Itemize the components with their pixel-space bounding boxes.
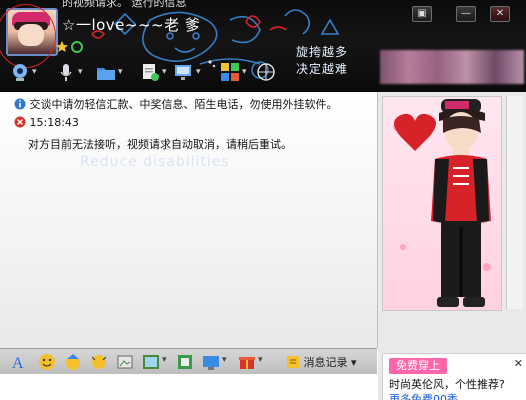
title-overflow-text: 的视频请求。 运行的信息 — [62, 0, 187, 9]
webcam-icon — [13, 64, 27, 81]
message-history[interactable]: 交谈中请勿轻信汇款、中奖信息、陌生电话，勿使用外挂软件。 15:18:43 对方… — [0, 92, 378, 348]
error-icon — [14, 116, 26, 128]
monitor-icon — [175, 65, 191, 80]
restore-button[interactable]: ▣ — [412, 6, 432, 22]
document-add-icon — [143, 64, 159, 81]
screenshot-icon[interactable] — [116, 353, 134, 371]
apps-grid-button[interactable]: ▾ — [220, 62, 247, 82]
shake-window-icon[interactable] — [90, 353, 108, 371]
banner-slogan: 旋挎越多 决定越难 — [296, 44, 348, 78]
remote-assist-button[interactable]: ▾ — [174, 62, 201, 82]
voice-call-button[interactable]: ▾ — [56, 62, 83, 82]
history-label: 消息记录 — [303, 356, 348, 369]
gift-menu-caret[interactable]: ▾ — [258, 355, 263, 365]
gift-icon[interactable] — [238, 353, 256, 371]
free-try-button[interactable]: 免费穿上 — [389, 358, 447, 374]
close-button[interactable]: ✕ — [490, 6, 510, 22]
input-toolbar: A ▾ ▾ ▾ 消息记录 ▾ — [0, 348, 377, 375]
minimize-button[interactable]: — — [456, 6, 476, 22]
screen-menu-caret[interactable]: ▾ — [222, 355, 227, 365]
more-free-link[interactable]: 更多免费00秀 — [389, 391, 458, 400]
music-icon[interactable] — [176, 353, 194, 371]
header-banner: 的视频请求。 运行的信息 ☆一love~~~老 爹 ▣ — ✕ 旋挎越多 决定越… — [0, 0, 526, 92]
microphone-icon — [60, 64, 72, 81]
message-timestamp: 15:18:43 — [29, 116, 79, 129]
panel-scrollbar[interactable] — [506, 96, 523, 309]
close-icon[interactable]: ✕ — [514, 357, 523, 370]
contact-nickname: ☆一love~~~老 爹 — [62, 16, 201, 34]
avatar-show-image[interactable] — [382, 96, 502, 311]
send-file-button[interactable]: ▾ — [96, 62, 123, 82]
watermark-text: Reduce disabilities — [80, 154, 230, 170]
info-icon — [14, 98, 26, 110]
message-time-row: 15:18:43 — [14, 116, 79, 129]
system-warning-message: 交谈中请勿轻信汇款、中奖信息、陌生电话，勿使用外挂软件。 — [14, 96, 338, 112]
history-caret: ▾ — [351, 356, 357, 369]
message-input[interactable] — [0, 374, 377, 400]
magic-emoji-icon[interactable] — [64, 353, 82, 371]
blurred-banner-image — [380, 50, 524, 84]
image-menu-caret[interactable]: ▾ — [162, 355, 167, 365]
banner-line-2: 决定越难 — [296, 62, 349, 76]
clock-icon — [287, 356, 299, 368]
more-button[interactable] — [256, 62, 276, 82]
message-history-button[interactable]: 消息记录 ▾ — [286, 354, 357, 370]
character-illustration — [393, 99, 491, 307]
apps-grid-icon — [221, 63, 239, 81]
message-text: 对方目前无法接听，视频请求自动取消，请稍后重试。 — [28, 138, 292, 151]
folder-icon — [97, 68, 115, 80]
banner-line-1: 旋挎越多 — [296, 45, 349, 59]
warning-text: 交谈中请勿轻信汇款、中奖信息、陌生电话，勿使用外挂软件。 — [29, 98, 338, 111]
image-icon[interactable] — [142, 353, 160, 371]
font-icon[interactable]: A — [10, 353, 28, 371]
status-icons — [56, 38, 86, 57]
lemon-icon — [257, 63, 275, 81]
screen-share-icon[interactable] — [202, 353, 220, 371]
svg-text:A: A — [12, 355, 24, 371]
emoji-icon[interactable] — [38, 353, 56, 371]
video-call-button[interactable]: ▾ — [10, 62, 37, 82]
promo-box: 免费穿上 ✕ 时尚英伦风，个性推荐? 更多免费00秀 — [382, 353, 526, 400]
chat-window: 的视频请求。 运行的信息 ☆一love~~~老 爹 ▣ — ✕ 旋挎越多 决定越… — [0, 0, 526, 400]
app-button[interactable]: ▾ — [140, 62, 167, 82]
promo-text: 时尚英伦风，个性推荐? — [389, 378, 505, 391]
